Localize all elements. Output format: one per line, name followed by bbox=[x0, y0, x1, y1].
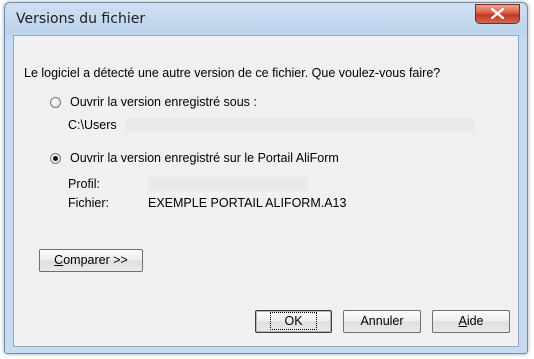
local-path: C:\Users bbox=[68, 118, 117, 132]
compare-button[interactable]: Comparer >> bbox=[39, 249, 143, 272]
ok-button[interactable]: OK bbox=[255, 310, 332, 333]
close-x-icon bbox=[491, 8, 504, 19]
profile-label: Profil: bbox=[68, 177, 100, 191]
cancel-button[interactable]: Annuler bbox=[343, 310, 421, 333]
option-local-label: Ouvrir la version enregistré sous : bbox=[70, 95, 257, 109]
window-title: Versions du fichier bbox=[16, 11, 146, 27]
compare-label: omparer >> bbox=[63, 253, 128, 267]
title-bar[interactable]: Versions du fichier bbox=[5, 3, 527, 35]
close-button[interactable] bbox=[475, 4, 520, 24]
question-text: Le logiciel a détecté une autre version … bbox=[24, 66, 441, 80]
radio-button-local[interactable] bbox=[50, 96, 61, 108]
file-label: Fichier: bbox=[68, 196, 109, 210]
file-value: EXEMPLE PORTAIL ALIFORM.A13 bbox=[148, 196, 347, 210]
compare-mnemonic: C bbox=[54, 253, 64, 267]
dialog-content: Le logiciel a détecté une autre version … bbox=[13, 35, 519, 347]
help-label: ide bbox=[466, 314, 484, 328]
radio-button-portal[interactable] bbox=[50, 152, 61, 164]
option-local-radio[interactable]: Ouvrir la version enregistré sous : bbox=[50, 95, 257, 109]
ok-label: OK bbox=[270, 312, 317, 330]
cancel-label: Annuler bbox=[360, 314, 404, 328]
help-mnemonic: A bbox=[458, 314, 467, 328]
option-portal-radio[interactable]: Ouvrir la version enregistré sur le Port… bbox=[50, 151, 339, 165]
path-highlight bbox=[126, 118, 474, 132]
profile-value-area bbox=[148, 177, 308, 191]
dialog-window: Versions du fichier Le logiciel a détect… bbox=[4, 2, 528, 354]
help-button[interactable]: Aide bbox=[432, 310, 510, 333]
option-portal-label: Ouvrir la version enregistré sur le Port… bbox=[70, 151, 339, 165]
